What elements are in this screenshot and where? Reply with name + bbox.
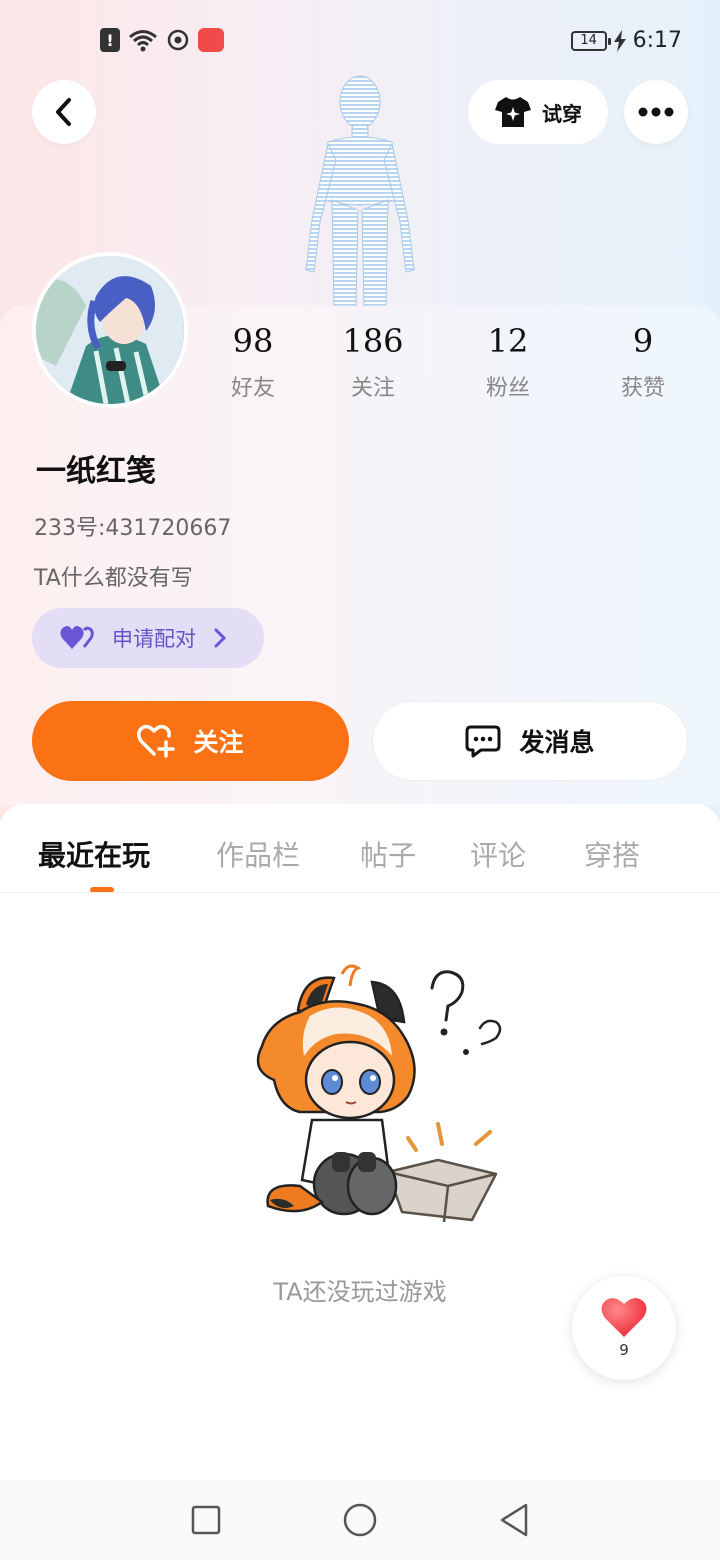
tab-divider (0, 892, 720, 893)
user-bio: TA什么都没有写 (34, 566, 193, 591)
empty-state-illustration (256, 964, 502, 1223)
status-icons-left: ! (100, 28, 224, 52)
chat-bubble-icon (465, 725, 501, 758)
follow-button[interactable]: 关注 (32, 701, 349, 781)
alert-icon: ! (100, 28, 120, 52)
recents-button[interactable] (186, 1500, 226, 1540)
chevron-left-icon (56, 98, 71, 126)
more-button[interactable] (624, 80, 688, 144)
wifi-icon (129, 30, 157, 52)
status-bar: ! 14 6:17 (0, 0, 720, 80)
nfc-icon (167, 29, 189, 51)
battery-level: 14 (580, 33, 597, 48)
heart-plus-icon (137, 724, 176, 758)
stat-friends[interactable]: 98 好友 (193, 322, 313, 402)
try-on-button[interactable]: 试穿 (468, 80, 608, 144)
double-heart-icon (60, 626, 94, 649)
user-avatar[interactable] (32, 252, 188, 408)
tab-recently-played[interactable]: 最近在玩 (38, 834, 150, 874)
triangle-back-icon (500, 1503, 528, 1537)
circle-icon (343, 1503, 377, 1537)
heart-icon (601, 1298, 647, 1337)
home-button[interactable] (340, 1500, 380, 1540)
stat-label: 好友 (230, 376, 275, 401)
stat-value: 98 (232, 322, 274, 360)
chevron-right-icon (214, 628, 226, 648)
battery-icon: 14 (570, 30, 611, 51)
user-id[interactable]: 233号:431720667 (34, 510, 231, 542)
stat-fans[interactable]: 12 粉丝 (448, 322, 568, 402)
app-notification-icon (198, 28, 224, 52)
stat-label: 粉丝 (485, 376, 530, 401)
system-nav-bar (0, 1480, 720, 1560)
more-dots-icon (638, 107, 674, 117)
like-button[interactable]: 9 (572, 1276, 676, 1380)
apply-pair-button[interactable]: 申请配对 (32, 608, 264, 668)
stat-label: 关注 (350, 376, 395, 401)
status-icons-right: 14 6:17 (570, 28, 682, 53)
send-message-button[interactable]: 发消息 (372, 701, 688, 781)
tab-posts[interactable]: 帖子 (360, 834, 416, 874)
username: 一纸红笺 (36, 454, 156, 489)
send-message-label: 发消息 (519, 728, 595, 757)
tab-comments[interactable]: 评论 (470, 834, 526, 874)
tab-outfits[interactable]: 穿搭 (584, 834, 640, 874)
avatar-illustration (36, 256, 184, 404)
back-nav-button[interactable] (494, 1500, 534, 1540)
stat-value: 9 (632, 322, 654, 360)
square-icon (191, 1505, 221, 1535)
stat-likes[interactable]: 9 获赞 (583, 322, 703, 402)
apply-pair-label: 申请配对 (112, 627, 196, 651)
stat-following[interactable]: 186 关注 (313, 322, 433, 402)
like-count: 9 (619, 1341, 629, 1359)
try-on-label: 试穿 (542, 101, 582, 126)
charging-icon (613, 29, 626, 52)
tab-works[interactable]: 作品栏 (216, 834, 300, 874)
tshirt-icon (495, 97, 531, 127)
stat-value: 12 (487, 322, 529, 360)
status-time: 6:17 (632, 28, 682, 53)
back-button[interactable] (32, 80, 96, 144)
avatar-3d-model[interactable] (298, 70, 422, 306)
follow-label: 关注 (193, 728, 244, 757)
stat-value: 186 (342, 322, 404, 360)
stat-label: 获赞 (620, 376, 665, 401)
